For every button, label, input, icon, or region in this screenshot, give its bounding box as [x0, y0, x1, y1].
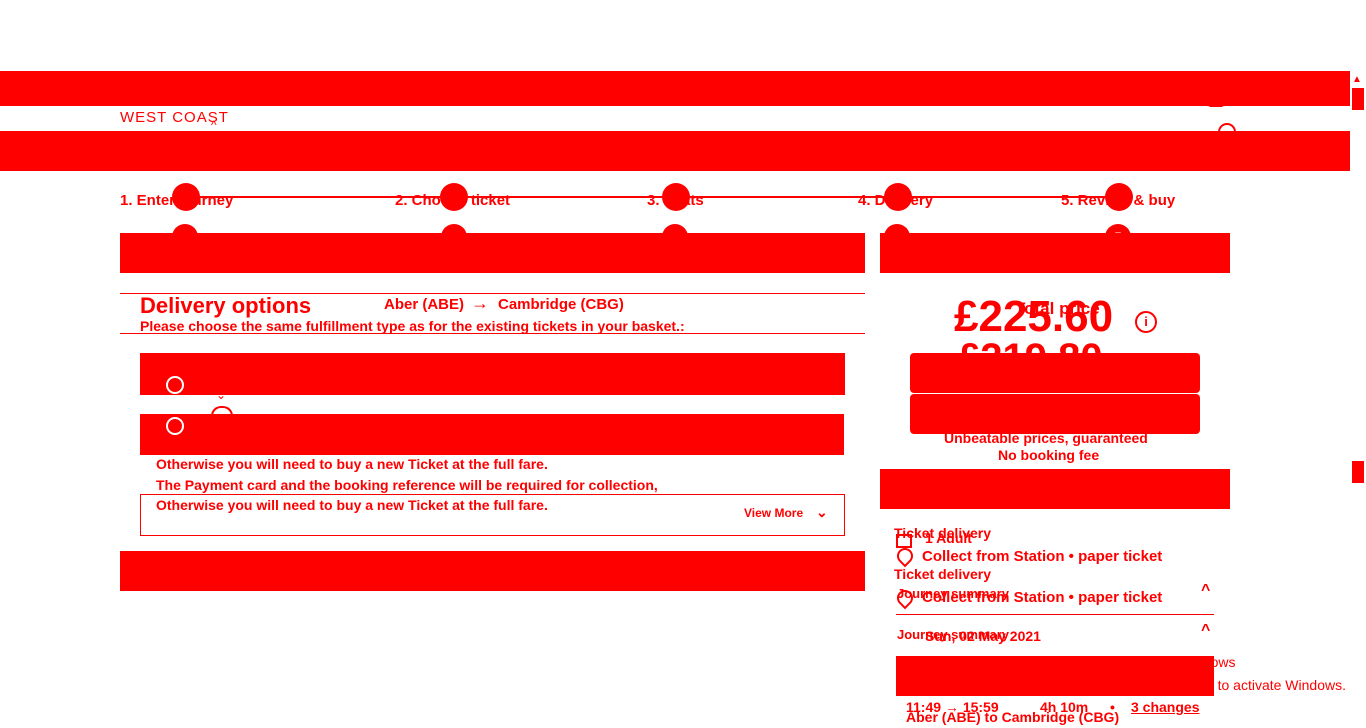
promise-prices: Unbeatable prices, guaranteed: [944, 430, 1148, 446]
summary-divider: [896, 614, 1214, 615]
route-to: Cambridge (CBG): [498, 296, 624, 313]
main-section-bar: [120, 233, 865, 273]
promise-booking-fee: No booking fee: [998, 447, 1100, 463]
journey-changes-link[interactable]: 3 changes: [1131, 699, 1199, 715]
ticket-delivery-value: Collect from Station • paper ticket: [922, 548, 1163, 565]
windows-watermark-line-2: Go to Settings to activate Windows.: [1125, 677, 1346, 693]
buy-button[interactable]: [910, 353, 1200, 393]
passenger-icon: [896, 534, 912, 548]
route-arrow-icon: →: [471, 293, 489, 313]
notice-line-3: Otherwise you will need to buy a new Tic…: [156, 497, 548, 513]
step-4-dot[interactable]: [884, 183, 912, 211]
step-3-dot[interactable]: [662, 183, 690, 211]
delivery-option-1[interactable]: [140, 353, 845, 395]
continue-bar[interactable]: [120, 551, 865, 591]
price-info-icon[interactable]: i: [1135, 311, 1157, 333]
location-pin-icon: [893, 544, 917, 568]
journey-route: Aber (ABE) to Cambridge (CBG): [906, 709, 1120, 725]
passenger-count: 1 Adult: [925, 530, 972, 546]
top-banner: [0, 71, 1350, 106]
collapse-chevron-icon-1[interactable]: ^: [1201, 582, 1210, 600]
option-1-chevron-icon[interactable]: ⌄: [216, 388, 226, 402]
summary-details-bar: [880, 469, 1230, 509]
delivery-option-2[interactable]: [140, 414, 844, 455]
summary-header-bar: [880, 233, 1230, 273]
basket-icon[interactable]: [1207, 97, 1225, 107]
ticket-delivery-label-2: Ticket delivery: [894, 566, 992, 582]
windows-watermark-line-1: Activate Windows: [1125, 654, 1236, 670]
delivery-option-2-radio[interactable]: [166, 417, 184, 435]
account-icon[interactable]: [1218, 123, 1236, 141]
notice-line-2: The Payment card and the booking referen…: [156, 477, 658, 493]
delivery-title: Delivery options: [140, 293, 312, 318]
step-2-dot[interactable]: [440, 183, 468, 211]
delivery-instruction: Please choose the same fulfillment type …: [140, 318, 685, 334]
scrollbar-thumb[interactable]: [1352, 88, 1364, 110]
delivery-option-1-radio[interactable]: [166, 376, 184, 394]
notice-line-1: Otherwise you will need to buy a new Tic…: [156, 456, 548, 472]
option-2-location-icon: [211, 406, 233, 418]
collapse-chevron-icon-2[interactable]: ^: [1201, 622, 1210, 640]
total-price: £225.60: [954, 292, 1114, 341]
journey-date: Sun, 02 May 2021: [925, 628, 1041, 644]
logo-chevron-icon: ^: [211, 118, 217, 132]
step-5-dot[interactable]: [1105, 183, 1133, 211]
scrollbar-up-arrow[interactable]: ▲: [1352, 74, 1362, 85]
view-more-chevron-icon[interactable]: ⌄: [816, 504, 828, 521]
secondary-button[interactable]: [910, 394, 1200, 434]
step-1-dot[interactable]: [172, 183, 200, 211]
stepper-header-band: [0, 131, 1350, 171]
scrollbar-marker[interactable]: [1352, 461, 1364, 483]
ticket-delivery-value-2: Collect from Station • paper ticket: [922, 589, 1163, 606]
delivery-instruction-divider: [120, 333, 865, 334]
route-from: Aber (ABE): [384, 296, 465, 313]
view-more-link[interactable]: View More: [744, 506, 803, 520]
